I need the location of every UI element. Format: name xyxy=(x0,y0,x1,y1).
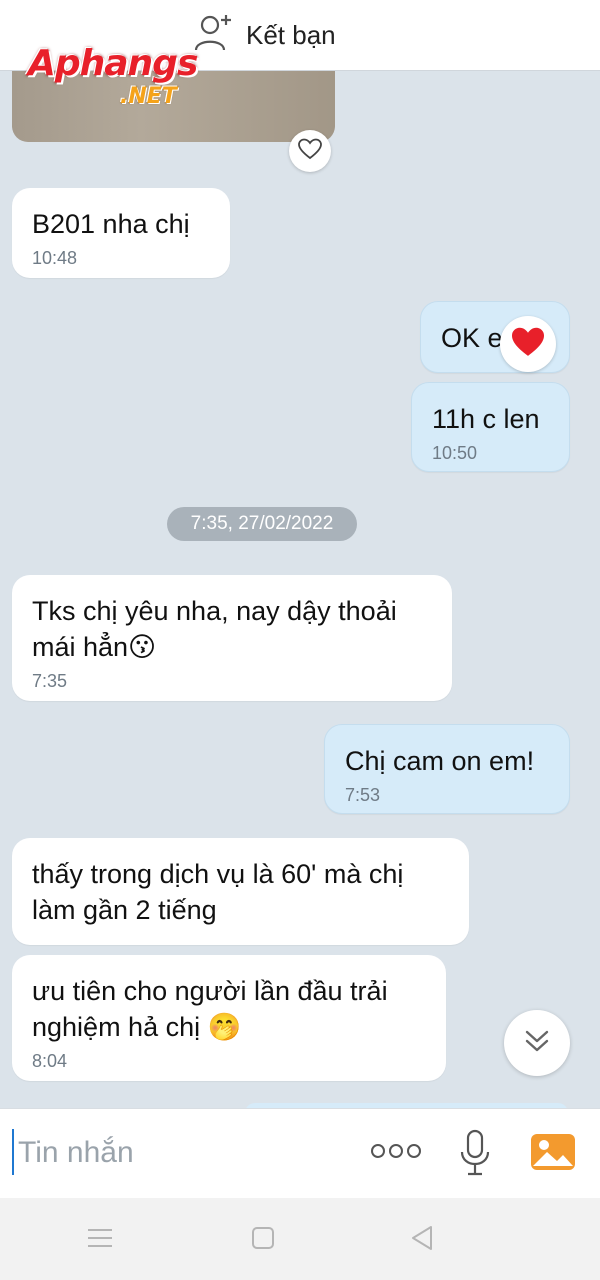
reaction-badge[interactable] xyxy=(500,316,556,372)
more-options-icon xyxy=(370,1142,422,1165)
message-composer xyxy=(0,1108,600,1199)
message-bubble[interactable]: B201 nha chị 10:48 xyxy=(12,188,230,278)
back-triangle-icon xyxy=(409,1224,435,1257)
add-friend-icon xyxy=(192,12,236,59)
message-time: 10:48 xyxy=(32,248,78,268)
voice-record-button[interactable] xyxy=(455,1127,495,1183)
add-friend-button[interactable]: Kết bạn xyxy=(192,12,336,59)
message-text: B201 nha chị xyxy=(32,209,190,239)
message-bubble[interactable]: Tks chị yêu nha, nay dậy thoải mái hẳn😗 … xyxy=(12,575,452,701)
chevron-double-down-icon xyxy=(523,1028,551,1059)
message-text: ưu tiên cho người lần đầu trải nghiệm hả… xyxy=(32,976,388,1042)
message-input[interactable] xyxy=(16,1127,340,1179)
message-time: 8:04 xyxy=(32,1051,68,1071)
watermark-line2: .NET xyxy=(120,84,177,109)
microphone-icon xyxy=(459,1128,491,1183)
scroll-to-bottom-button[interactable] xyxy=(504,1010,570,1076)
gallery-icon xyxy=(529,1130,577,1179)
more-options-button[interactable] xyxy=(368,1133,424,1173)
message-bubble[interactable]: ưu tiên cho người lần đầu trải nghiệm hả… xyxy=(12,955,446,1081)
watermark-logo: Aphangs .NET xyxy=(28,43,198,108)
add-friend-label: Kết bạn xyxy=(246,20,336,50)
back-button[interactable] xyxy=(402,1220,442,1260)
message-text: thấy trong dịch vụ là 60' mà chị làm gần… xyxy=(32,859,404,925)
message-text: Chị cam on em! xyxy=(345,746,535,776)
message-bubble[interactable]: Chị cam on em! 7:53 xyxy=(324,724,570,814)
message-text: 11h c len xyxy=(432,404,540,434)
home-square-icon xyxy=(251,1226,275,1255)
message-text: Tks chị yêu nha, nay dậy thoải mái hẳn😗 xyxy=(32,596,397,662)
heart-reaction-icon xyxy=(510,326,546,363)
menu-icon xyxy=(87,1227,113,1254)
gallery-button[interactable] xyxy=(528,1131,578,1177)
message-time: 7:35 xyxy=(32,671,68,691)
message-bubble[interactable]: 11h c len 10:50 xyxy=(411,382,570,472)
text-cursor xyxy=(12,1129,14,1175)
date-separator: 7:35, 27/02/2022 xyxy=(167,507,357,541)
system-navigation-bar xyxy=(0,1198,600,1280)
watermark-line1: Aphangs xyxy=(28,43,198,84)
heart-outline-icon xyxy=(298,138,322,165)
message-time: 10:50 xyxy=(432,443,478,463)
home-button[interactable] xyxy=(243,1220,283,1260)
menu-button[interactable] xyxy=(80,1220,120,1260)
react-button[interactable] xyxy=(289,130,331,172)
message-time: 7:53 xyxy=(345,785,381,805)
message-bubble[interactable]: thấy trong dịch vụ là 60' mà chị làm gần… xyxy=(12,838,469,945)
